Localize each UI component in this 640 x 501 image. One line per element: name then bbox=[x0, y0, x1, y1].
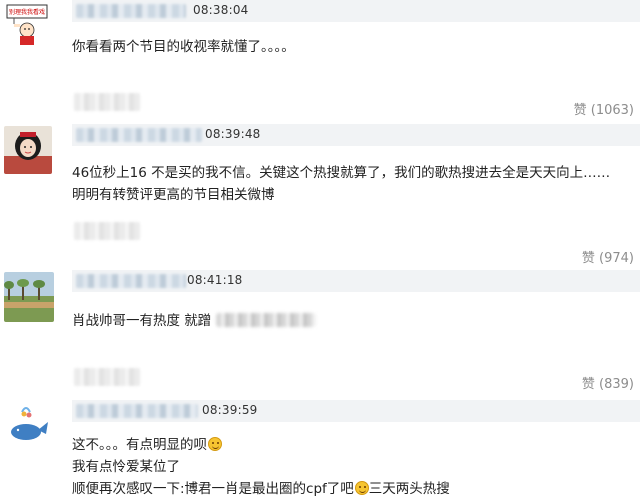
like-count: (974) bbox=[599, 251, 634, 266]
smile-emoji-icon bbox=[354, 481, 369, 495]
username-blurred[interactable] bbox=[76, 128, 202, 142]
avatar[interactable] bbox=[4, 126, 52, 174]
comment-text: 这不。。。有点明显的呗 我有点怜爱某位了 顺便再次感叹一下:博君一肖是最出圈的c… bbox=[72, 434, 450, 500]
girl-photo-icon bbox=[4, 126, 52, 174]
like-label: 赞 bbox=[581, 377, 595, 392]
comment-line: 明明有转赞评更高的节目相关微博 bbox=[72, 187, 275, 203]
comment-line-text: 三天两头热搜 bbox=[368, 481, 450, 497]
reply-blurred[interactable] bbox=[74, 93, 140, 111]
cartoon-avatar-icon: 别理我我看戏 bbox=[6, 4, 48, 45]
comment-line: 46位秒上16 不是买的我不信。关键这个热搜就算了，我们的歌热搜进去全是天天向上… bbox=[72, 165, 611, 181]
whale-cartoon-icon bbox=[4, 400, 52, 446]
like-label: 赞 bbox=[573, 103, 587, 118]
comment-time: 08:38:04 bbox=[193, 3, 249, 17]
comment-line: 这不。。。有点明显的呗 bbox=[72, 434, 450, 456]
like-count: (1063) bbox=[590, 103, 634, 118]
comment-line-text: 肖战帅哥一有热度 就蹭 bbox=[72, 313, 212, 329]
comment-line: 肖战帅哥一有热度 就蹭 bbox=[72, 310, 316, 332]
comment-text: 46位秒上16 不是买的我不信。关键这个热搜就算了，我们的歌热搜进去全是天天向上… bbox=[72, 162, 610, 206]
avatar[interactable] bbox=[4, 400, 52, 446]
comment-time: 08:41:18 bbox=[187, 273, 243, 287]
landscape-photo-icon bbox=[4, 272, 54, 322]
username-blurred[interactable] bbox=[76, 4, 186, 18]
reply-blurred[interactable] bbox=[74, 368, 140, 386]
comment-meta: 08:41:18 bbox=[72, 270, 640, 292]
comment-meta: 08:38:04 bbox=[72, 0, 640, 22]
avatar-sign-text: 别理我我看戏 bbox=[9, 8, 45, 16]
comment-time: 08:39:48 bbox=[205, 127, 261, 141]
avatar[interactable] bbox=[4, 272, 54, 322]
comment-line: 我有点怜爱某位了 bbox=[72, 459, 180, 475]
username-blurred[interactable] bbox=[76, 274, 186, 288]
comment-line: 顺便再次感叹一下:博君一肖是最出圈的cpf了吧 三天两头热搜 bbox=[72, 478, 450, 500]
comment-text: 你看看两个节目的收视率就懂了。。。。 bbox=[72, 36, 295, 58]
like-label: 赞 bbox=[581, 251, 595, 266]
like-button[interactable]: 赞 (839) bbox=[582, 373, 634, 392]
comment-line-text: 这不。。。有点明显的呗 bbox=[72, 437, 207, 453]
grin-emoji-icon bbox=[208, 437, 222, 451]
redacted-text bbox=[215, 313, 316, 327]
comment-meta: 08:39:48 bbox=[72, 124, 640, 146]
comment-text: 肖战帅哥一有热度 就蹭 bbox=[72, 310, 316, 332]
avatar[interactable]: 别理我我看戏 bbox=[6, 4, 48, 46]
comment-line-text: 顺便再次感叹一下:博君一肖是最出圈的cpf了吧 bbox=[72, 481, 354, 497]
like-button[interactable]: 赞 (974) bbox=[582, 247, 634, 266]
comment-line: 你看看两个节目的收视率就懂了。。。。 bbox=[72, 39, 295, 55]
comment-meta: 08:39:59 bbox=[72, 400, 640, 422]
reply-blurred[interactable] bbox=[74, 222, 140, 240]
like-button[interactable]: 赞 (1063) bbox=[574, 99, 634, 118]
comment-time: 08:39:59 bbox=[202, 403, 258, 417]
username-blurred[interactable] bbox=[76, 404, 198, 418]
like-count: (839) bbox=[599, 377, 634, 392]
